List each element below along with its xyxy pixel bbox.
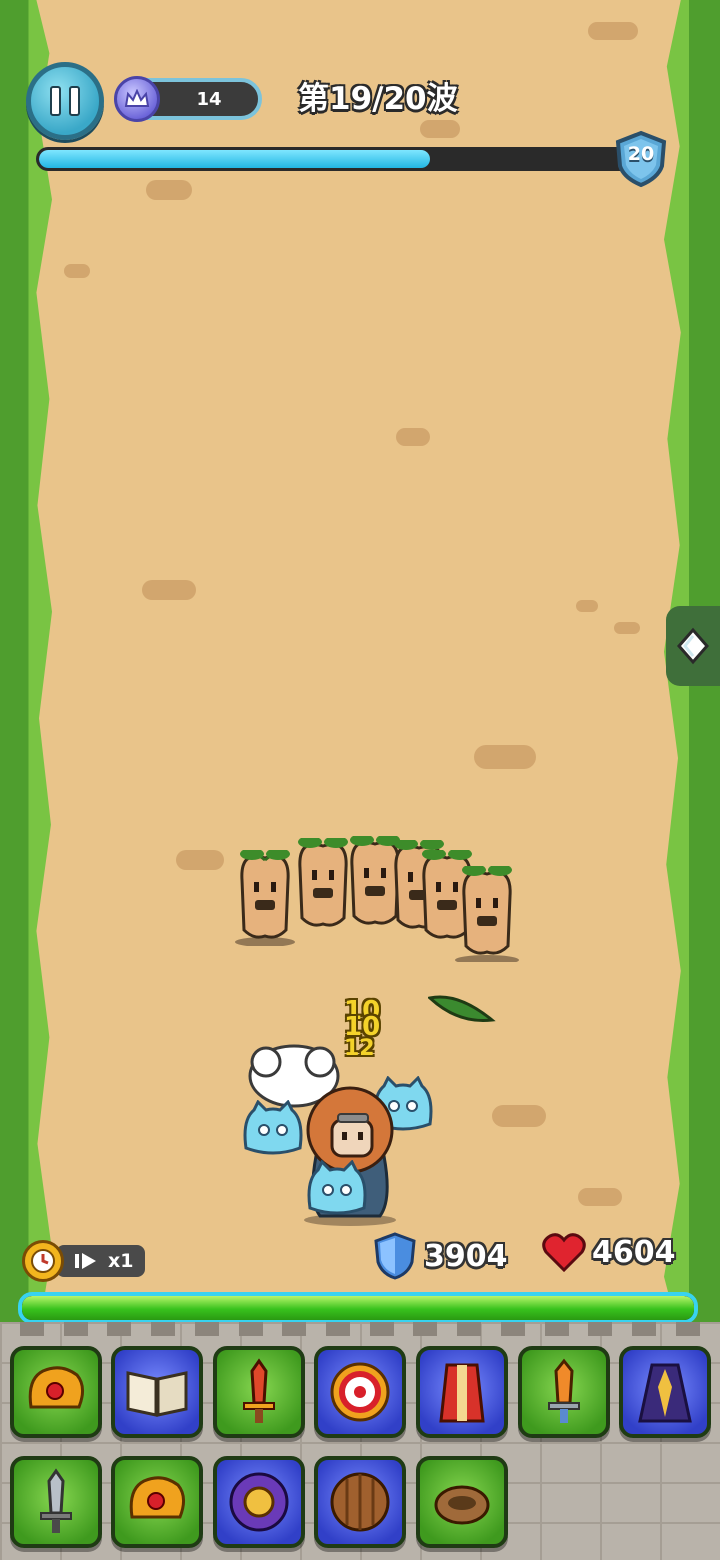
fast-forward-icon bbox=[75, 1253, 96, 1269]
equipment-slot[interactable] bbox=[10, 1346, 102, 1438]
ground-pebble bbox=[396, 428, 430, 446]
health-bar-fill bbox=[22, 1296, 694, 1320]
ground-pebble bbox=[146, 180, 192, 200]
slime-ally bbox=[307, 1160, 367, 1215]
mandrake-enemy bbox=[455, 866, 519, 962]
chevron-left-icon bbox=[677, 627, 709, 665]
steel-sword-icon bbox=[40, 1468, 72, 1533]
speed-toggle[interactable]: x1 bbox=[56, 1245, 146, 1277]
pause-button[interactable] bbox=[26, 62, 104, 140]
wall-merlons bbox=[0, 1322, 720, 1336]
shield-icon bbox=[374, 1232, 416, 1280]
crown-icon bbox=[114, 76, 160, 122]
equipment-slot[interactable] bbox=[619, 1346, 711, 1438]
wave-progress-fill bbox=[39, 150, 430, 168]
crown-gem-icon bbox=[28, 1366, 84, 1409]
crown-count: 14 bbox=[196, 89, 222, 110]
grass-border-left bbox=[0, 0, 52, 1330]
side-panel-toggle[interactable] bbox=[666, 606, 720, 686]
spellbook-icon bbox=[126, 1371, 188, 1417]
ground-pebble bbox=[492, 1105, 546, 1127]
equipment-slot[interactable] bbox=[314, 1456, 406, 1548]
heart-icon bbox=[542, 1233, 586, 1272]
pause-icon bbox=[50, 86, 80, 116]
ground-pebble bbox=[474, 745, 536, 769]
wave-label: 第19/20波 bbox=[298, 81, 458, 117]
health-bar bbox=[18, 1292, 698, 1324]
robe-armor-icon bbox=[439, 1363, 485, 1423]
slime-ally bbox=[243, 1100, 303, 1155]
ground-pebble bbox=[176, 850, 224, 870]
ground-pebble bbox=[614, 622, 640, 634]
crown-counter: 14 bbox=[114, 76, 262, 122]
wizard-cloak-icon bbox=[638, 1363, 692, 1423]
health-stat: 4604 bbox=[542, 1232, 676, 1272]
equipment-slot[interactable] bbox=[213, 1456, 305, 1548]
purple-shield-icon bbox=[229, 1472, 289, 1532]
defense-value: 3904 bbox=[424, 1238, 508, 1274]
clock-icon[interactable] bbox=[22, 1240, 64, 1282]
equipment-slot[interactable] bbox=[10, 1456, 102, 1548]
ground-pebble bbox=[64, 264, 90, 278]
ring-icon bbox=[434, 1485, 490, 1525]
equipment-slot[interactable] bbox=[416, 1456, 508, 1548]
crown-gem-icon bbox=[129, 1476, 185, 1519]
equipment-slot[interactable] bbox=[314, 1346, 406, 1438]
health-value: 4604 bbox=[592, 1234, 676, 1270]
equipment-slot[interactable] bbox=[518, 1346, 610, 1438]
defense-stat: 3904 bbox=[372, 1232, 508, 1280]
speed-label: x1 bbox=[108, 1250, 134, 1272]
damage-number: 12 bbox=[344, 1036, 375, 1061]
ground-pebble bbox=[420, 120, 460, 138]
ground-pebble bbox=[578, 1188, 622, 1206]
wave-progress-bar bbox=[36, 147, 634, 171]
wooden-shield-icon bbox=[330, 1472, 390, 1532]
equipment-slot[interactable] bbox=[213, 1346, 305, 1438]
ground-pebble bbox=[142, 580, 196, 600]
ground-pebble bbox=[588, 22, 638, 40]
flying-leaf-projectile bbox=[428, 995, 496, 1023]
round-shield-icon bbox=[330, 1362, 390, 1422]
game-speed-control[interactable]: x1 bbox=[22, 1240, 146, 1282]
red-sword-icon bbox=[243, 1358, 275, 1423]
ground-pebble bbox=[576, 600, 598, 612]
equipment-slot[interactable] bbox=[111, 1346, 203, 1438]
equipment-slot[interactable] bbox=[111, 1456, 203, 1548]
mandrake-enemy bbox=[235, 850, 295, 946]
orange-sword-icon bbox=[548, 1358, 580, 1423]
wave-target: 20 bbox=[627, 143, 655, 165]
equipment-slot[interactable] bbox=[416, 1346, 508, 1438]
